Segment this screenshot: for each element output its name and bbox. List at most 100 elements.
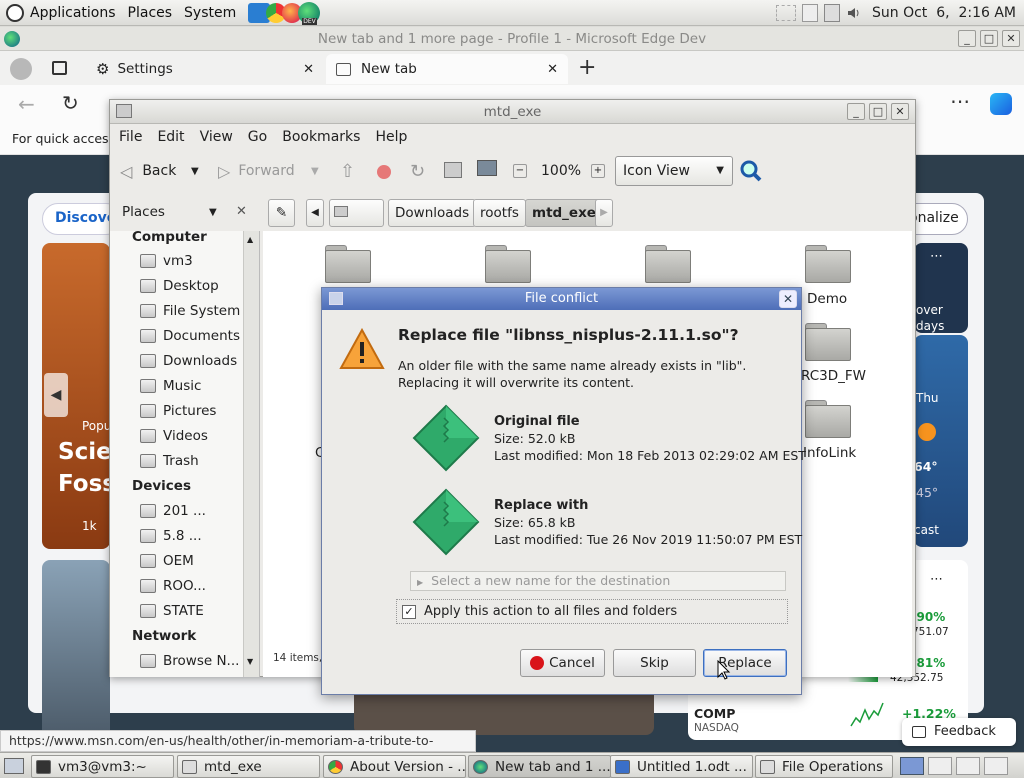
promo-more-icon[interactable]: ⋯	[930, 249, 943, 264]
sidebar-item-downloads[interactable]: Downloads	[140, 350, 258, 372]
task-untitled-odt[interactable]: Untitled 1.odt ...	[610, 755, 753, 778]
sidebar-item-documents[interactable]: Documents	[140, 325, 258, 347]
secondary-story-card[interactable]	[42, 560, 110, 740]
tab-settings[interactable]: ⚙ Settings ✕	[86, 54, 324, 84]
notes-icon[interactable]	[802, 3, 818, 22]
rename-expander[interactable]: ▶ Select a new name for the destination	[410, 571, 786, 591]
copilot-icon[interactable]	[990, 93, 1012, 115]
replace-button[interactable]: Replace	[703, 649, 787, 677]
stocks-more-icon[interactable]: ⋯	[930, 572, 943, 587]
close-sidebar-icon[interactable]: ✕	[236, 204, 247, 219]
task-terminal[interactable]: vm3@vm3:~	[31, 755, 174, 778]
workspace-icon[interactable]	[928, 757, 952, 775]
tab-actions-icon[interactable]	[52, 61, 67, 75]
carousel-prev-button[interactable]: ◀	[44, 373, 68, 417]
likes-count[interactable]: 1k	[82, 519, 97, 533]
sidebar-scrollbar[interactable]: ▲ ▼	[243, 231, 259, 677]
keyboard-icon[interactable]	[824, 3, 840, 22]
sidebar-device-5-8[interactable]: 5.8 ...⏏	[140, 525, 258, 547]
task-new-tab[interactable]: New tab and 1 ...	[468, 755, 611, 778]
folder-icon[interactable]	[645, 245, 691, 283]
sidebar-device-roo[interactable]: ROO...⏏	[140, 575, 258, 597]
workspace-switcher-icon[interactable]	[776, 4, 796, 21]
edge-maximize-button[interactable]: □	[980, 30, 998, 47]
dialog-titlebar[interactable]: File conflict ✕	[322, 288, 801, 310]
task-mtd-exe[interactable]: mtd_exe	[177, 755, 320, 778]
scroll-up-icon[interactable]: ▲	[247, 235, 253, 244]
sidebar-item-file-system[interactable]: File System	[140, 300, 258, 322]
apply-all-row[interactable]: ✓ Apply this action to all files and fol…	[396, 599, 788, 624]
sidebar-item-desktop[interactable]: Desktop	[140, 275, 258, 297]
breadcrumb-left-arrow[interactable]: ◀	[306, 199, 324, 227]
sidebar-item-pictures[interactable]: Pictures	[140, 400, 258, 422]
dialog-close-button[interactable]: ✕	[779, 290, 797, 308]
menu-go[interactable]: Go	[248, 129, 267, 145]
workspace-icon[interactable]	[900, 757, 924, 775]
stop-icon[interactable]	[377, 165, 391, 179]
folder-label-rc3d-fw[interactable]: RC3D_FW	[801, 368, 866, 384]
breadcrumb-rootfs[interactable]: rootfs	[473, 199, 526, 227]
file-manager-titlebar[interactable]: mtd_exe _ □ ✕	[110, 100, 915, 124]
tab-new-tab[interactable]: New tab ✕	[326, 54, 568, 84]
more-menu-icon[interactable]: ⋯	[950, 89, 970, 113]
sidebar-device-oem[interactable]: OEM⏏	[140, 550, 258, 572]
stock-name-2[interactable]: COMP	[694, 706, 735, 721]
search-icon[interactable]	[739, 159, 763, 183]
menu-edit[interactable]: Edit	[157, 129, 184, 145]
gnome-foot-icon[interactable]	[6, 3, 24, 22]
folder-icon[interactable]	[805, 323, 851, 361]
edge-minimize-button[interactable]: _	[958, 30, 976, 47]
volume-icon[interactable]	[846, 5, 862, 21]
places-chevron-icon[interactable]: ▼	[209, 207, 217, 218]
task-about-version[interactable]: About Version - ...	[323, 755, 466, 778]
menu-file[interactable]: File	[119, 129, 142, 145]
breadcrumb-right-arrow[interactable]: ▶	[595, 199, 613, 227]
folder-icon[interactable]	[805, 400, 851, 438]
sidebar-item-videos[interactable]: Videos	[140, 425, 258, 447]
places-menu[interactable]: Places	[128, 5, 173, 21]
profile-avatar[interactable]	[10, 58, 32, 80]
applications-menu[interactable]: Applications	[30, 5, 116, 21]
workspace-icon[interactable]	[956, 757, 980, 775]
right-promo-card[interactable]: ⋯ over days	[914, 243, 968, 333]
folder-icon[interactable]	[325, 245, 371, 283]
breadcrumb-vm3[interactable]: vm3	[329, 199, 384, 247]
reload-icon[interactable]: ↻	[410, 161, 425, 182]
back-history-dropdown[interactable]: ▼	[191, 166, 199, 177]
refresh-icon[interactable]: ↻	[62, 91, 79, 115]
sidebar-item-trash[interactable]: Trash	[140, 450, 258, 472]
view-mode-select[interactable]: Icon View ▼	[615, 156, 733, 186]
folder-label-infolink[interactable]: InfoLink	[803, 445, 856, 461]
up-arrow-icon[interactable]: ⇧	[340, 161, 355, 182]
workspace-icon[interactable]	[984, 757, 1008, 775]
places-dropdown[interactable]: Places	[122, 204, 165, 220]
apply-all-checkbox[interactable]: ✓	[402, 604, 416, 619]
hero-story-card[interactable]: ◀ Popu Scie Foss 1k	[42, 243, 116, 549]
fm-maximize-button[interactable]: □	[869, 103, 887, 120]
show-desktop-icon[interactable]	[4, 758, 24, 774]
feedback-button[interactable]: Feedback	[902, 718, 1016, 746]
forward-button[interactable]: ▷ Forward	[218, 162, 295, 181]
home-icon[interactable]	[444, 162, 462, 178]
sidebar-item-music[interactable]: Music	[140, 375, 258, 397]
scroll-down-icon[interactable]: ▼	[247, 657, 253, 666]
fm-minimize-button[interactable]: _	[847, 103, 865, 120]
cancel-button[interactable]: Cancel	[520, 649, 605, 677]
folder-icon[interactable]	[485, 245, 531, 283]
breadcrumb-mtd-exe[interactable]: mtd_exe	[525, 199, 603, 227]
clock[interactable]: Sun Oct 6, 2:16 AM	[872, 5, 1016, 21]
skip-button[interactable]: Skip	[613, 649, 696, 677]
new-tab-plus-icon[interactable]: +	[578, 55, 596, 80]
menu-help[interactable]: Help	[375, 129, 407, 145]
weather-card[interactable]: Thu 64° 45° cast	[914, 335, 968, 547]
zoom-out-icon[interactable]: −	[513, 164, 527, 178]
menu-view[interactable]: View	[200, 129, 233, 145]
zoom-in-icon[interactable]: +	[591, 164, 605, 178]
sidebar-device-201[interactable]: 201 ...⏏	[140, 500, 258, 522]
fm-close-button[interactable]: ✕	[891, 103, 909, 120]
back-arrow-icon[interactable]: ←	[18, 92, 35, 116]
folder-label-demo[interactable]: Demo	[807, 291, 847, 307]
back-button[interactable]: ◁ Back	[120, 162, 176, 181]
edge-close-button[interactable]: ✕	[1002, 30, 1020, 47]
sidebar-device-state[interactable]: STATE⏏	[140, 600, 258, 622]
